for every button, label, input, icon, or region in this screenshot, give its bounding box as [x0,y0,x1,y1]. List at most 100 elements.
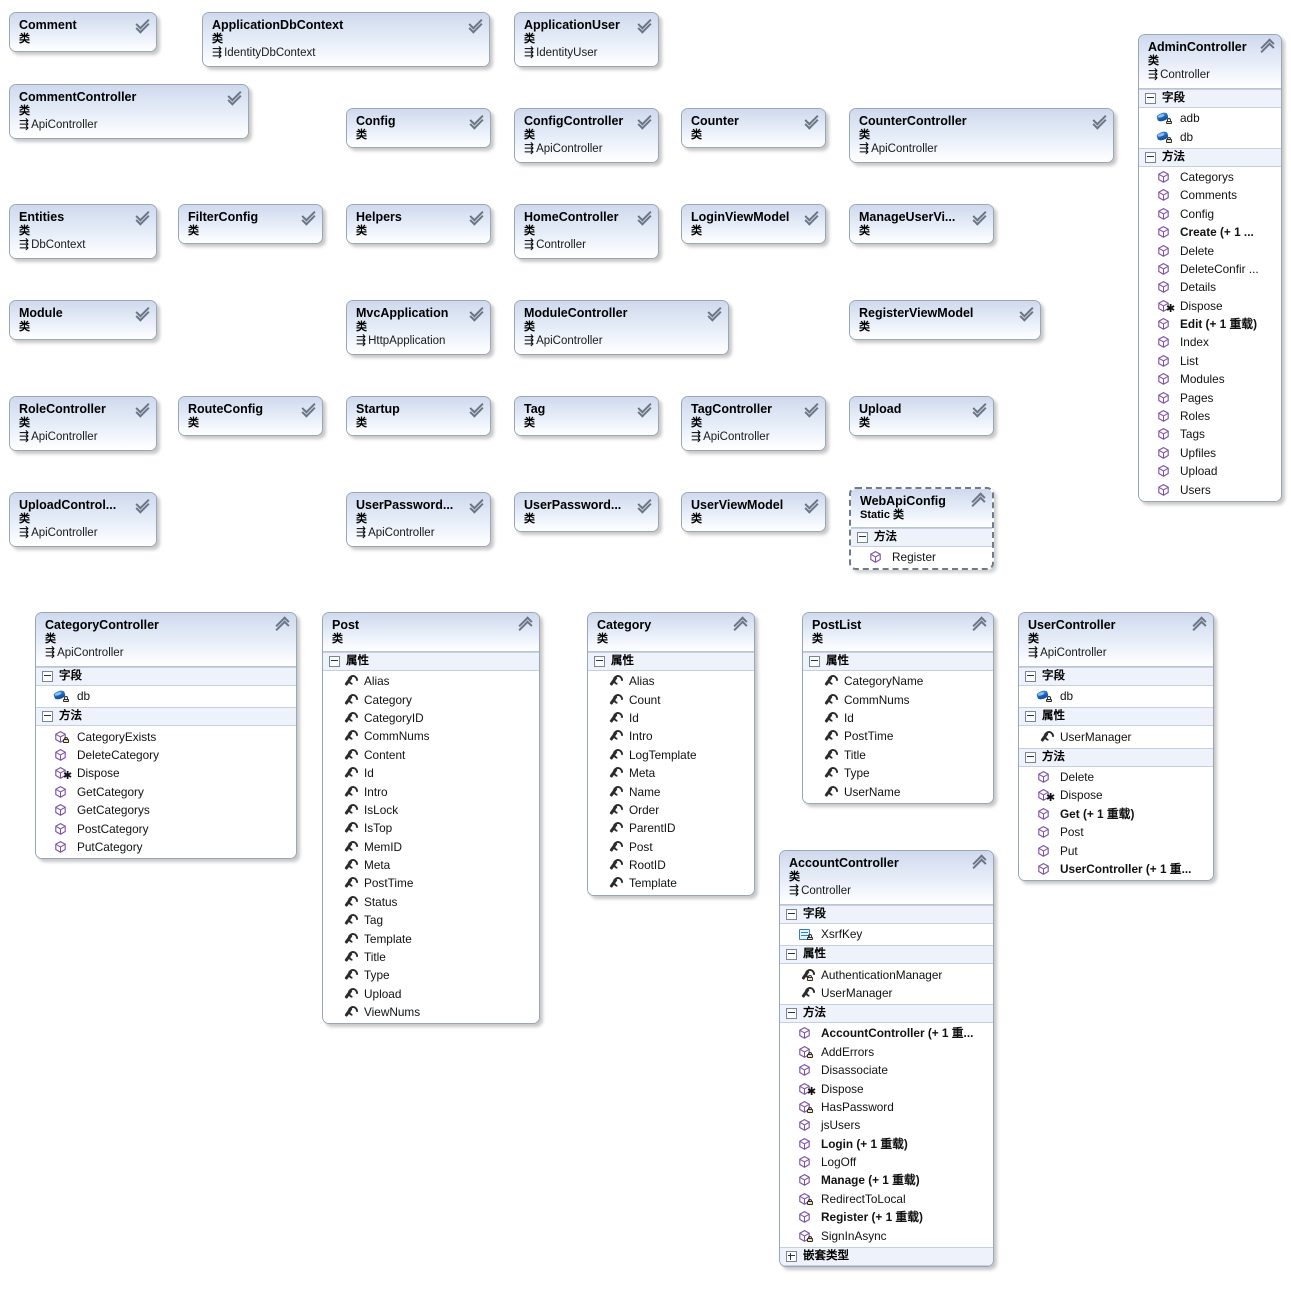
class-header-config[interactable]: Config 类 [347,109,490,147]
class-shape-countercontroller[interactable]: CounterController 类 ⇶ ApiController [849,108,1114,163]
class-header-userpasswordcontroller[interactable]: UserPassword... 类 ⇶ ApiController [347,493,490,546]
member-row[interactable]: Id [803,709,993,727]
member-row[interactable]: Order [588,801,754,819]
collapse-toggle-icon[interactable] [1025,671,1036,682]
chevron-down-icon[interactable] [1019,303,1034,322]
class-header-startup[interactable]: Startup 类 [347,397,490,435]
collapse-toggle-icon[interactable] [594,656,605,667]
class-header-modulecontroller[interactable]: ModuleController 类 ⇶ ApiController [515,301,728,354]
chevron-down-icon[interactable] [301,207,316,226]
compartment-header-方法[interactable]: 方法 [36,707,296,727]
member-row[interactable]: Register (+ 1 重载) [780,1208,993,1226]
member-row[interactable]: Intro [323,782,539,800]
class-shape-filterconfig[interactable]: FilterConfig 类 [178,204,323,244]
class-header-webapiconfig[interactable]: WebApiConfig Static 类 [851,489,992,528]
member-row[interactable]: adb [1139,109,1281,127]
chevron-down-icon[interactable] [469,495,484,514]
member-row[interactable]: AuthenticationManager [780,965,993,983]
member-row[interactable]: Alias [588,672,754,690]
chevron-down-icon[interactable] [469,399,484,418]
class-header-upload[interactable]: Upload 类 [850,397,993,435]
chevron-down-icon[interactable] [804,399,819,418]
collapse-toggle-icon[interactable] [1145,151,1156,163]
class-header-tag[interactable]: Tag 类 [515,397,658,435]
class-header-registerviewmodel[interactable]: RegisterViewModel 类 [850,301,1040,339]
class-header-module[interactable]: Module 类 [10,301,156,339]
class-shape-postlist[interactable]: PostList 类属性 CategoryName CommNums Id PostTim… [802,612,994,804]
class-header-helpers[interactable]: Helpers 类 [347,205,490,243]
member-row[interactable]: Upload [323,985,539,1003]
member-row[interactable]: Index [1139,333,1281,351]
class-shape-mvcapplication[interactable]: MvcApplication 类 ⇶ HttpApplication [346,300,491,355]
class-header-accountcontroller[interactable]: AccountController 类 ⇶ Controller [780,851,993,905]
chevron-up-icon[interactable] [518,616,533,635]
member-row[interactable]: Details [1139,278,1281,296]
member-row[interactable]: Manage (+ 1 重载) [780,1171,993,1189]
class-shape-upload[interactable]: Upload 类 [849,396,994,436]
chevron-down-icon[interactable] [469,207,484,226]
member-row[interactable]: db [36,687,296,705]
member-row[interactable]: ✱ Dispose [780,1079,993,1097]
class-shape-commentcontroller[interactable]: CommentController 类 ⇶ ApiController [9,84,249,139]
collapse-toggle-icon[interactable] [857,532,868,543]
class-header-rolecontroller[interactable]: RoleController 类 ⇶ ApiController [10,397,156,450]
member-row[interactable]: IsLock [323,801,539,819]
class-header-commentcontroller[interactable]: CommentController 类 ⇶ ApiController [10,85,248,138]
class-header-postlist[interactable]: PostList 类 [803,613,993,652]
class-shape-category[interactable]: Category 类属性 Alias Count Id Intro LogTemplate M… [587,612,755,896]
member-row[interactable]: ✱ Dispose [1019,786,1213,804]
compartment-header-属性[interactable]: 属性 [780,945,993,965]
member-row[interactable]: Type [803,764,993,782]
class-header-counter[interactable]: Counter 类 [682,109,825,147]
chevron-down-icon[interactable] [135,303,150,322]
member-row[interactable]: Users [1139,480,1281,498]
collapse-toggle-icon[interactable] [786,1008,797,1020]
chevron-down-icon[interactable] [707,303,722,322]
member-row[interactable]: jsUsers [780,1116,993,1134]
chevron-down-icon[interactable] [804,495,819,514]
class-shape-loginviewmodel[interactable]: LoginViewModel 类 [681,204,826,244]
class-shape-registerviewmodel[interactable]: RegisterViewModel 类 [849,300,1041,340]
member-row[interactable]: PostTime [323,874,539,892]
member-row[interactable]: DeleteConfir ... [1139,260,1281,278]
class-shape-accountcontroller[interactable]: AccountController 类 ⇶ Controller 字段 XsrfKey 属性… [779,850,994,1267]
class-shape-applicationuser[interactable]: ApplicationUser 类 ⇶ IdentityUser [514,12,659,67]
class-header-filterconfig[interactable]: FilterConfig 类 [179,205,322,243]
class-header-category[interactable]: Category 类 [588,613,754,652]
class-shape-module[interactable]: Module 类 [9,300,157,340]
collapse-toggle-icon[interactable] [1025,711,1036,723]
expand-toggle-icon[interactable] [786,1250,797,1262]
chevron-up-icon[interactable] [971,492,986,511]
class-header-homecontroller[interactable]: HomeController 类 ⇶ Controller [515,205,658,258]
member-row[interactable]: CategoryID [323,709,539,727]
collapse-toggle-icon[interactable] [786,949,797,961]
chevron-down-icon[interactable] [469,303,484,322]
member-row[interactable]: HasPassword [780,1098,993,1116]
member-row[interactable]: PostTime [803,727,993,745]
class-shape-userviewmodel[interactable]: UserViewModel 类 [681,492,826,532]
class-header-post[interactable]: Post 类 [323,613,539,652]
member-row[interactable]: Meta [588,764,754,782]
chevron-down-icon[interactable] [804,111,819,130]
class-header-countercontroller[interactable]: CounterController 类 ⇶ ApiController [850,109,1113,162]
compartment-header-字段[interactable]: 字段 [780,905,993,924]
member-row[interactable]: Post [1019,823,1213,841]
member-row[interactable]: RootID [588,856,754,874]
member-row[interactable]: CommNums [803,690,993,708]
compartment-header-方法[interactable]: 方法 [851,528,992,547]
chevron-up-icon[interactable] [972,854,987,873]
member-row[interactable]: UserName [803,782,993,800]
member-row[interactable]: Put [1019,841,1213,859]
class-shape-userpasswordviewmodel[interactable]: UserPassword... 类 [514,492,659,532]
compartment-header-方法[interactable]: 方法 [780,1004,993,1024]
member-row[interactable]: Categorys [1139,168,1281,186]
compartment-header-属性[interactable]: 属性 [1019,707,1213,727]
chevron-up-icon[interactable] [972,616,987,635]
member-row[interactable]: GetCategory [36,783,296,801]
member-row[interactable]: Intro [588,727,754,745]
member-row[interactable]: Upfiles [1139,444,1281,462]
chevron-down-icon[interactable] [135,207,150,226]
class-header-manageuserviewmodel[interactable]: ManageUserVi... 类 [850,205,993,243]
class-header-entities[interactable]: Entities 类 ⇶ DbContext [10,205,156,258]
class-shape-uploadcontroller[interactable]: UploadControl... 类 ⇶ ApiController [9,492,157,547]
